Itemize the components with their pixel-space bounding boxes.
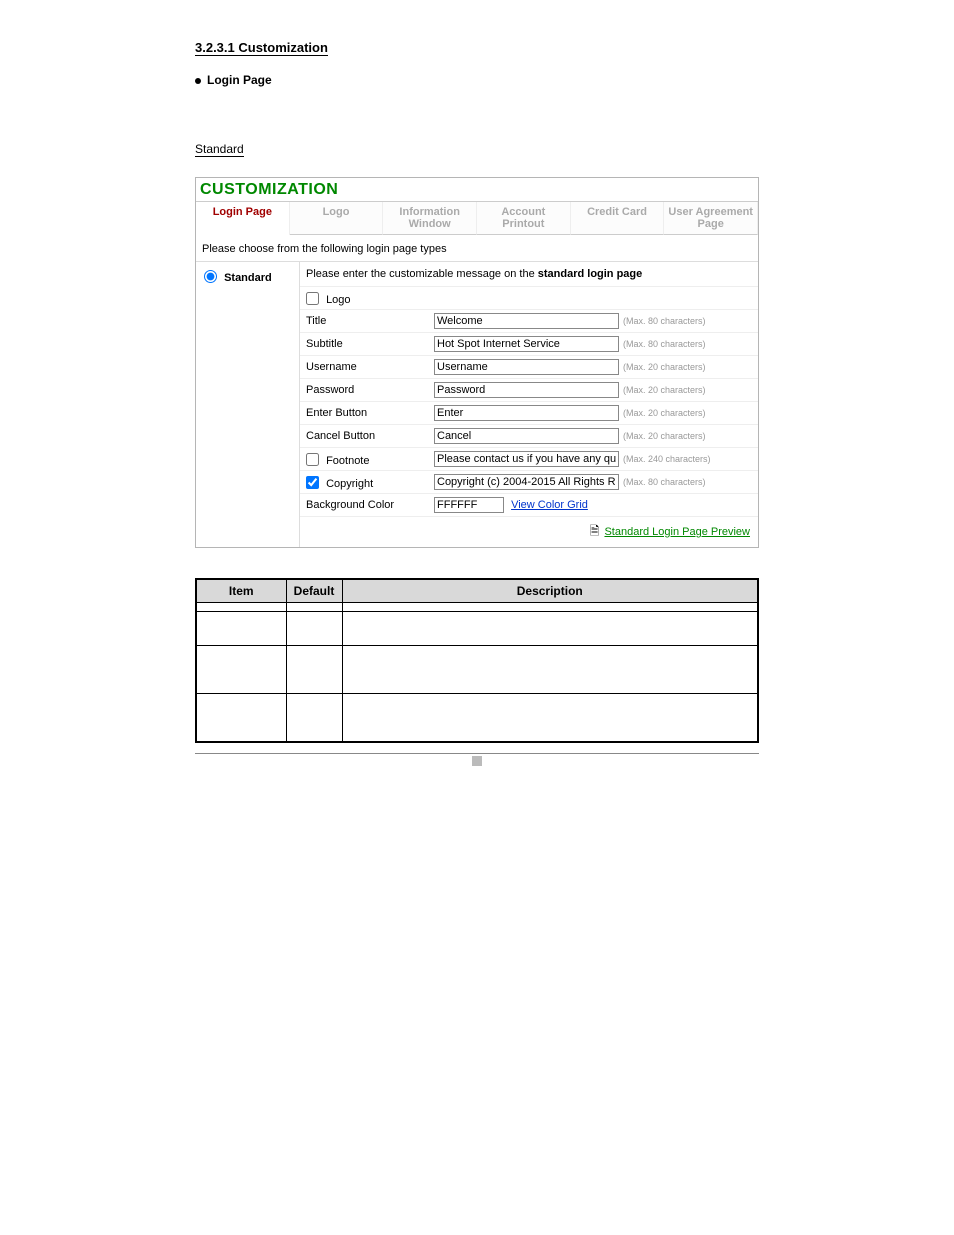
input-cancel-button[interactable]: [434, 428, 619, 444]
radio-standard-label: Standard: [224, 272, 272, 284]
label-enter-button: Enter Button: [306, 407, 434, 419]
description-table: Item Default Description: [195, 578, 759, 743]
label-copyright: Copyright: [326, 478, 373, 490]
th-default: Default: [286, 579, 342, 603]
tab-information-window[interactable]: Information Window: [383, 202, 477, 235]
input-background-color[interactable]: [434, 497, 504, 513]
input-username[interactable]: [434, 359, 619, 375]
tab-logo[interactable]: Logo: [290, 202, 384, 235]
label-cancel-button: Cancel Button: [306, 430, 434, 442]
table-row: [196, 694, 758, 742]
hint-title: (Max. 80 characters): [619, 316, 754, 326]
tabs: Login Page Logo Information Window Accou…: [196, 201, 758, 235]
hint-copyright: (Max. 80 characters): [619, 477, 754, 487]
table-row: [196, 603, 758, 612]
bullet-label: Login Page: [207, 73, 272, 87]
checkbox-copyright[interactable]: [306, 476, 319, 489]
th-description: Description: [342, 579, 758, 603]
tab-credit-card[interactable]: Credit Card: [571, 202, 665, 235]
hint-enter: (Max. 20 characters): [619, 408, 754, 418]
preview-icon: 🗎: [590, 524, 600, 538]
label-logo: Logo: [326, 294, 350, 306]
input-password[interactable]: [434, 382, 619, 398]
customization-panel: CUSTOMIZATION Login Page Logo Informatio…: [195, 177, 759, 548]
hint-footnote: (Max. 240 characters): [619, 454, 754, 464]
tab-user-agreement[interactable]: User Agreement Page: [664, 202, 758, 235]
label-title: Title: [306, 315, 434, 327]
instruction: Please choose from the following login p…: [196, 235, 758, 262]
bullet-icon: [195, 78, 201, 84]
input-title[interactable]: [434, 313, 619, 329]
input-footnote[interactable]: [434, 451, 619, 467]
hint-password: (Max. 20 characters): [619, 385, 754, 395]
link-view-color-grid[interactable]: View Color Grid: [511, 499, 588, 511]
checkbox-logo[interactable]: [306, 292, 319, 305]
input-copyright[interactable]: [434, 474, 619, 490]
bullet-login-page: Login Page: [195, 73, 759, 87]
hint-cancel: (Max. 20 characters): [619, 431, 754, 441]
footer-square-icon: [472, 756, 482, 766]
th-item: Item: [196, 579, 286, 603]
tab-account-printout[interactable]: Account Printout: [477, 202, 571, 235]
table-row: [196, 612, 758, 646]
footer-nav: [195, 753, 759, 767]
custom-message-header: Please enter the customizable message on…: [300, 262, 758, 287]
label-background-color: Background Color: [306, 499, 434, 511]
panel-title: CUSTOMIZATION: [196, 178, 758, 201]
section-heading: 3.2.3.1 Customization: [195, 40, 328, 56]
input-subtitle[interactable]: [434, 336, 619, 352]
link-standard-login-preview[interactable]: Standard Login Page Preview: [604, 526, 750, 538]
label-password: Password: [306, 384, 434, 396]
label-username: Username: [306, 361, 434, 373]
tab-login-page[interactable]: Login Page: [196, 202, 290, 235]
radio-standard[interactable]: [204, 270, 217, 283]
hint-subtitle: (Max. 80 characters): [619, 339, 754, 349]
label-subtitle: Subtitle: [306, 338, 434, 350]
input-enter-button[interactable]: [434, 405, 619, 421]
table-row: [196, 646, 758, 694]
checkbox-footnote[interactable]: [306, 453, 319, 466]
hint-username: (Max. 20 characters): [619, 362, 754, 372]
label-footnote: Footnote: [326, 455, 369, 467]
section-intro: Standard: [195, 142, 244, 157]
